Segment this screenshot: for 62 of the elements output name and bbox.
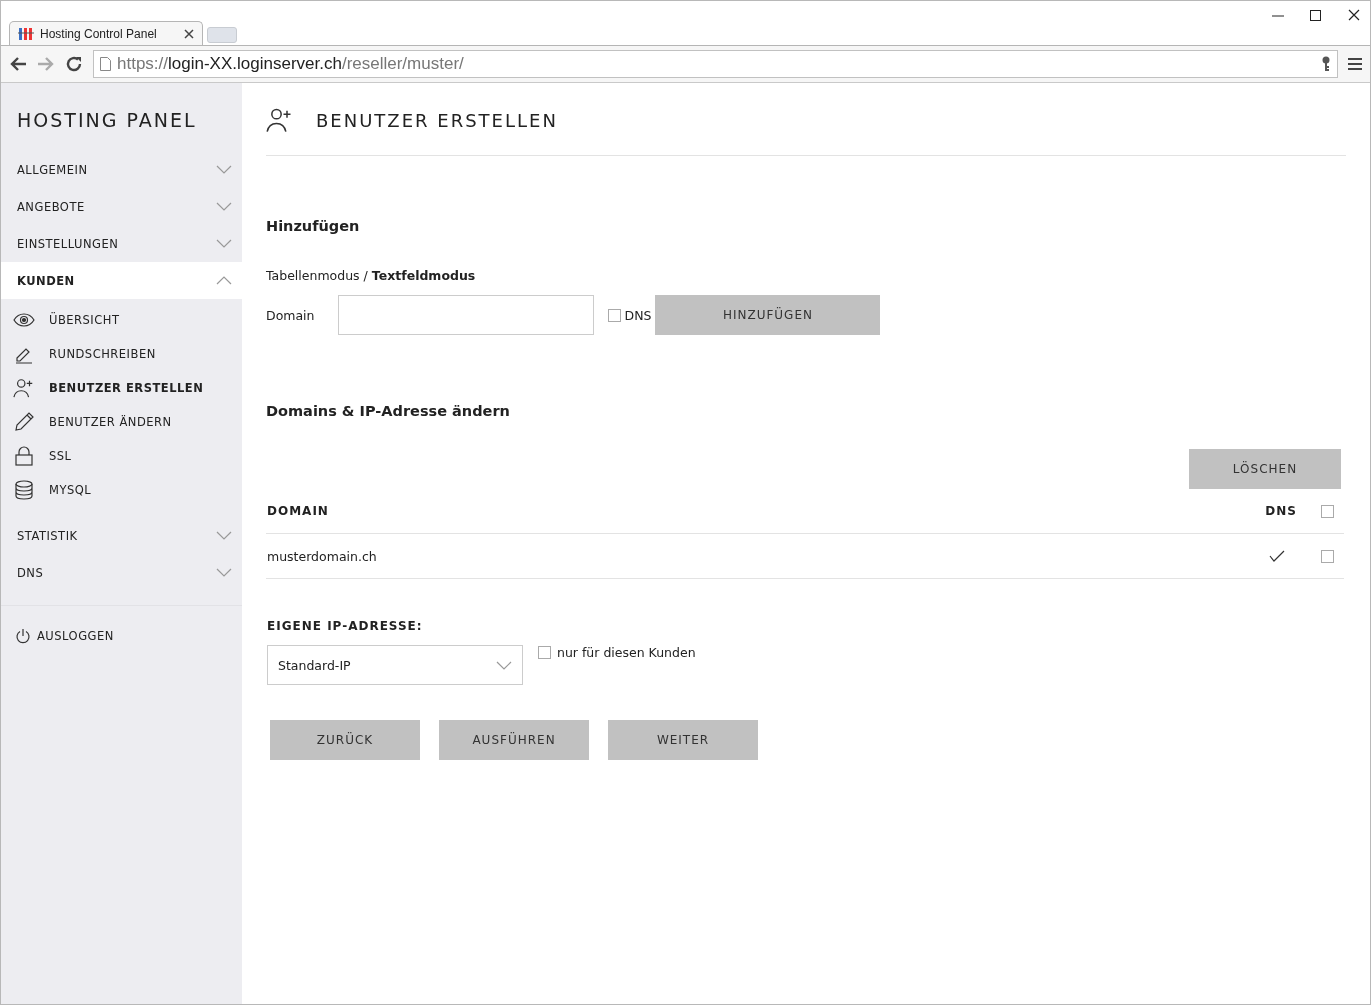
customer-checkbox[interactable] [538, 646, 551, 659]
page-title: BENUTZER ERSTELLEN [316, 109, 558, 131]
sidebar-section[interactable]: EINSTELLUNGEN [1, 225, 242, 262]
mode-link[interactable]: Textfeldmodus [371, 268, 476, 283]
user-plus-icon [13, 377, 35, 399]
chevron-down-icon [216, 202, 232, 211]
page-icon [100, 57, 111, 71]
sidebar-section[interactable]: STATISTIK [1, 517, 242, 554]
lock-icon [14, 446, 34, 466]
checkbox-label: nur für diesen Kunden [557, 645, 696, 660]
user-plus-icon [266, 106, 294, 134]
database-icon [14, 480, 34, 500]
dns-checkbox[interactable] [607, 308, 621, 322]
sidebar-item[interactable]: SSL [1, 439, 242, 473]
mode-separator: / [363, 268, 368, 283]
domain-input[interactable] [337, 295, 594, 335]
table-cell-text: musterdomain.ch [267, 548, 378, 564]
checkbox-label: DNS [624, 307, 652, 323]
action-button[interactable]: AUSFÜHREN [439, 720, 589, 760]
power-icon [15, 628, 31, 644]
section-heading: Domains & IP-Adresse ändern [266, 403, 511, 419]
action-button[interactable]: WEITER [608, 720, 758, 760]
column-header: DOMAIN [267, 504, 330, 518]
reload-icon[interactable] [65, 55, 83, 73]
address-bar[interactable]: https://login-XX.loginserver.ch/reseller/muster/ [93, 50, 1338, 78]
row-checkbox[interactable] [1321, 549, 1334, 563]
panel-title: HOSTING PANEL [16, 108, 198, 133]
section-heading: Hinzufügen [266, 218, 361, 234]
sidebar-section[interactable]: DNS [1, 554, 242, 591]
logout-link[interactable]: AUSLOGGEN [1, 605, 242, 666]
favicon-icon [18, 26, 34, 41]
key-icon[interactable] [1321, 56, 1331, 72]
chevron-down-icon [216, 531, 232, 540]
mode-link[interactable]: Tabellenmodus [266, 268, 360, 283]
chevron-down-icon [216, 239, 232, 248]
back-arrow-icon[interactable] [9, 56, 27, 72]
field-label: Domain [266, 307, 315, 323]
chevron-down-icon [216, 568, 232, 577]
action-button[interactable]: ZURÜCK [270, 720, 420, 760]
field-label: EIGENE IP-ADRESSE: [267, 619, 424, 633]
eye-icon [13, 313, 35, 327]
sidebar-section[interactable]: KUNDEN [1, 262, 242, 299]
forward-arrow-icon[interactable] [37, 56, 55, 72]
menu-icon[interactable] [1348, 57, 1362, 71]
column-header: DNS [1265, 504, 1297, 518]
select-all-checkbox[interactable] [1321, 504, 1334, 518]
pencil-icon [14, 412, 34, 432]
add-button[interactable]: HINZUFÜGEN [655, 295, 881, 335]
chevron-down-icon [496, 660, 512, 670]
sidebar-item[interactable]: MYSQL [1, 473, 242, 507]
sidebar-section[interactable]: ALLGEMEIN [1, 151, 242, 188]
sidebar-item[interactable]: ÜBERSICHT [1, 303, 242, 337]
sidebar-section[interactable]: ANGEBOTE [1, 188, 242, 225]
delete-button[interactable]: LÖSCHEN [1189, 449, 1341, 489]
chevron-up-icon [216, 276, 232, 285]
sidebar-item[interactable]: RUNDSCHREIBEN [1, 337, 242, 371]
browser-tab[interactable]: Hosting Control Panel [9, 21, 203, 45]
sidebar-item[interactable]: BENUTZER ERSTELLEN [1, 371, 242, 405]
sidebar-item[interactable]: BENUTZER ÄNDERN [1, 405, 242, 439]
chevron-down-icon [216, 165, 232, 174]
ip-select[interactable]: Standard-IP [267, 645, 523, 685]
close-icon[interactable] [184, 28, 194, 39]
